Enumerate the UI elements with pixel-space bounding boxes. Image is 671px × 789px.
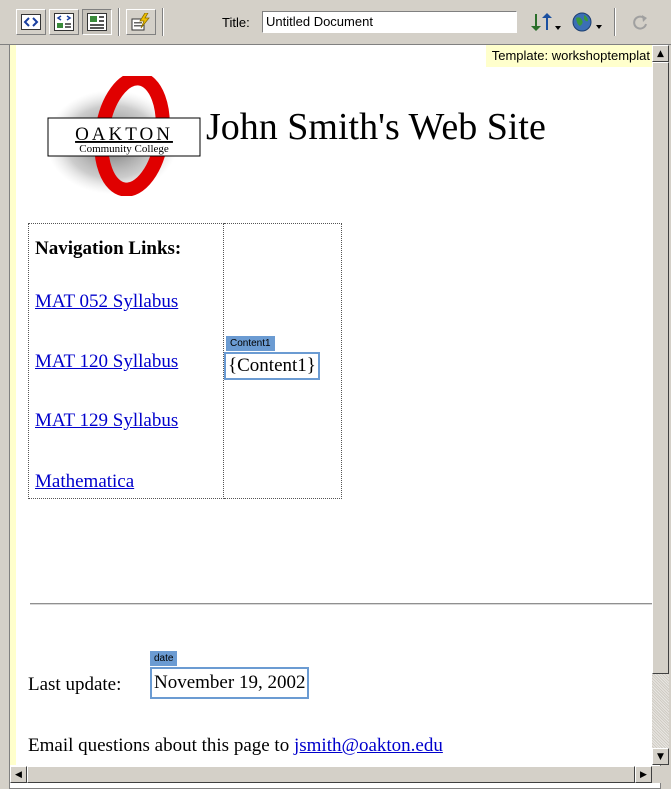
email-text: Email questions about this page to: [28, 735, 290, 756]
document-window[interactable]: Template: workshoptemplat OAKTON Communi…: [16, 45, 652, 765]
horizontal-rule: [30, 603, 652, 606]
arrow-right-icon: ▶: [640, 769, 647, 780]
scroll-up-button[interactable]: ▲: [652, 45, 669, 62]
college-logo: OAKTON Community College: [30, 71, 208, 197]
scrollbar-corner: [652, 766, 669, 783]
content-region-tag[interactable]: Content1: [226, 336, 275, 351]
navigation-heading: Navigation Links:: [35, 238, 182, 259]
title-input[interactable]: Untitled Document: [262, 11, 517, 33]
nav-link-mathematica[interactable]: Mathematica: [35, 471, 134, 493]
nav-link-mat129[interactable]: MAT 129 Syllabus: [35, 410, 178, 432]
live-data-icon: [131, 13, 150, 31]
horizontal-scroll-thumb[interactable]: [27, 766, 635, 783]
preview-browser-button[interactable]: [568, 9, 606, 35]
file-management-icon: [531, 13, 561, 31]
refresh-icon: [633, 15, 647, 30]
scroll-left-button[interactable]: ◀: [10, 766, 27, 783]
email-link[interactable]: jsmith@oakton.edu: [294, 735, 443, 756]
toolbar-separator: [162, 8, 164, 36]
date-region[interactable]: November 19, 2002: [150, 667, 310, 699]
design-view-icon: [87, 13, 107, 31]
site-title: John Smith's Web Site: [206, 106, 546, 148]
code-view-button[interactable]: [16, 9, 46, 35]
template-tag: Template: workshoptemplat: [485, 45, 652, 67]
content-region[interactable]: {Content1}: [224, 352, 320, 380]
toolbar-separator: [614, 8, 616, 36]
horizontal-scrollbar[interactable]: ◀ ▶: [10, 766, 652, 783]
navigation-cell: Navigation Links: MAT 052 Syllabus MAT 1…: [28, 223, 224, 499]
vertical-scrollbar[interactable]: ▲ ▼: [652, 45, 669, 765]
title-label: Title:: [222, 15, 250, 30]
nav-link-mat120[interactable]: MAT 120 Syllabus: [35, 351, 178, 373]
last-update-label: Last update:: [28, 674, 122, 695]
file-management-button[interactable]: [527, 9, 565, 35]
last-update-line: Last update:: [28, 674, 121, 696]
arrow-left-icon: ◀: [15, 769, 22, 780]
refresh-button[interactable]: [625, 9, 655, 35]
split-view-icon: [54, 13, 74, 31]
split-view-button[interactable]: [49, 9, 79, 35]
document-toolbar: Title: Untitled Document: [0, 0, 671, 45]
nav-link-mat052[interactable]: MAT 052 Syllabus: [35, 291, 178, 313]
live-data-button[interactable]: [126, 9, 156, 35]
layout-table: Navigation Links: MAT 052 Syllabus MAT 1…: [28, 223, 356, 501]
date-region-tag[interactable]: date: [150, 651, 178, 666]
logo-name: OAKTON: [75, 124, 173, 145]
design-view-button[interactable]: [82, 9, 112, 35]
email-line: Email questions about this page to jsmit…: [28, 735, 443, 757]
arrow-up-icon: ▲: [657, 48, 664, 59]
scroll-down-button[interactable]: ▼: [652, 748, 669, 765]
toolbar-separator: [118, 8, 120, 36]
vertical-scroll-thumb[interactable]: [652, 62, 669, 674]
preview-browser-icon: [572, 12, 602, 32]
scroll-right-button[interactable]: ▶: [635, 766, 652, 783]
code-view-icon: [21, 14, 41, 30]
arrow-down-icon: ▼: [657, 751, 664, 762]
logo-subtext: Community College: [79, 143, 169, 155]
content-cell: Content1 {Content1}: [224, 223, 342, 499]
